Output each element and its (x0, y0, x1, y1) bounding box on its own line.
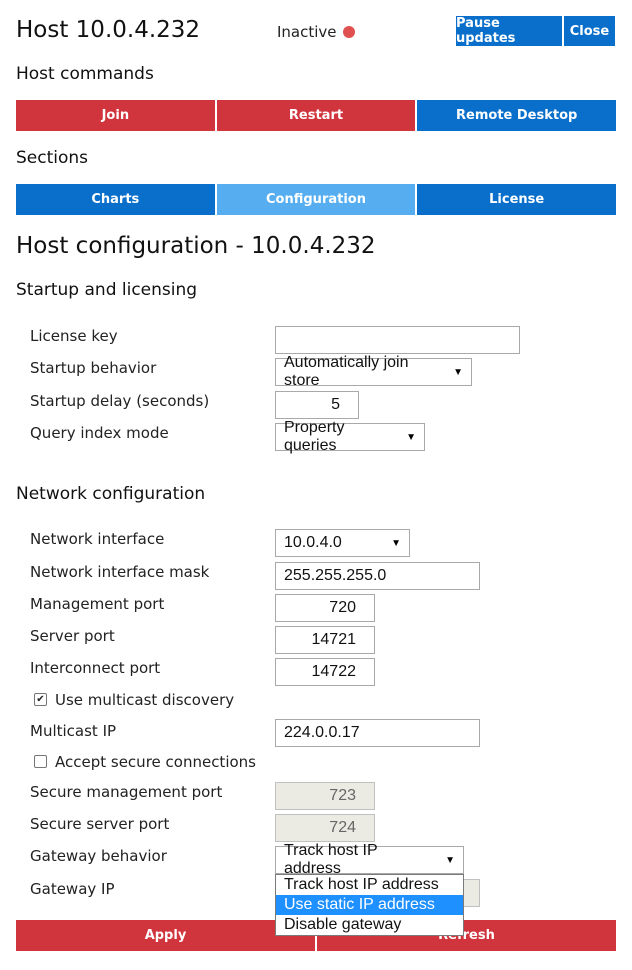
gateway-behavior-select[interactable]: Track host IP address ▼ (275, 842, 464, 877)
startup-delay-input[interactable]: 5 (275, 391, 359, 419)
host-commands-heading: Host commands (16, 64, 154, 84)
server-port-label: Server port (30, 627, 115, 645)
interconnect-port-label: Interconnect port (30, 659, 161, 677)
network-interface-select[interactable]: 10.0.4.0 ▼ (275, 529, 410, 557)
license-key-input[interactable] (275, 326, 520, 354)
secure-server-port-label: Secure server port (30, 815, 170, 833)
gateway-option-disable[interactable]: Disable gateway (276, 915, 463, 935)
dropdown-arrow-icon: ▼ (445, 854, 455, 866)
startup-delay-label: Startup delay (seconds) (30, 392, 210, 410)
multicast-ip-label: Multicast IP (30, 722, 117, 740)
multicast-ip-input[interactable]: 224.0.0.17 (275, 719, 480, 747)
secure-management-port-label: Secure management port (30, 783, 223, 801)
network-heading: Network configuration (16, 484, 206, 504)
status-text: Inactive (277, 23, 337, 41)
pause-updates-button[interactable]: Pause updates (456, 16, 562, 46)
interconnect-port-input[interactable]: 14722 (275, 658, 375, 686)
tab-configuration[interactable]: Configuration (216, 184, 416, 215)
network-interface-label: Network interface (30, 530, 165, 548)
sections-bar: Charts Configuration License (16, 184, 617, 215)
status-indicator-icon (343, 26, 355, 38)
network-mask-input[interactable]: 255.255.255.0 (275, 562, 480, 590)
restart-button[interactable]: Restart (216, 100, 416, 131)
query-index-label: Query index mode (30, 424, 169, 442)
secure-connections-label: Accept secure connections (55, 753, 256, 771)
secure-server-port-input: 724 (275, 814, 375, 842)
gateway-behavior-label: Gateway behavior (30, 847, 167, 865)
tab-charts[interactable]: Charts (16, 184, 215, 215)
network-interface-value: 10.0.4.0 (284, 534, 342, 551)
query-index-select[interactable]: Property queries ▼ (275, 419, 425, 454)
apply-button[interactable]: Apply (16, 920, 315, 951)
query-index-value: Property queries (284, 419, 345, 454)
network-mask-label: Network interface mask (30, 563, 210, 581)
secure-management-port-input: 723 (275, 782, 375, 810)
management-port-input[interactable]: 720 (275, 594, 375, 622)
gateway-behavior-value: Track host IP address (284, 842, 378, 877)
gateway-option-track[interactable]: Track host IP address (276, 875, 463, 895)
server-port-input[interactable]: 14721 (275, 626, 375, 654)
dropdown-arrow-icon: ▼ (406, 431, 416, 443)
multicast-discovery-checkbox[interactable]: ✔ (34, 693, 47, 706)
gateway-ip-label: Gateway IP (30, 880, 115, 898)
join-button[interactable]: Join (16, 100, 215, 131)
multicast-discovery-label: Use multicast discovery (55, 691, 235, 709)
tab-license[interactable]: License (417, 184, 617, 215)
page-title: Host configuration - 10.0.4.232 (16, 233, 376, 259)
close-button[interactable]: Close (564, 16, 615, 46)
remote-desktop-button[interactable]: Remote Desktop (417, 100, 617, 131)
secure-connections-checkbox[interactable] (34, 755, 47, 768)
host-commands-bar: Join Restart Remote Desktop (16, 100, 617, 131)
dropdown-arrow-icon: ▼ (391, 537, 401, 549)
license-key-label: License key (30, 327, 118, 345)
management-port-label: Management port (30, 595, 165, 613)
startup-behavior-label: Startup behavior (30, 359, 157, 377)
startup-behavior-value: Automatically join store (284, 354, 409, 389)
gateway-behavior-dropdown[interactable]: Track host IP address Use static IP addr… (275, 874, 464, 936)
sections-heading: Sections (16, 148, 89, 168)
dropdown-arrow-icon: ▼ (453, 366, 463, 378)
startup-behavior-select[interactable]: Automatically join store ▼ (275, 354, 472, 389)
host-title: Host 10.0.4.232 (16, 17, 201, 43)
gateway-option-static[interactable]: Use static IP address (276, 895, 463, 915)
startup-heading: Startup and licensing (16, 280, 198, 300)
